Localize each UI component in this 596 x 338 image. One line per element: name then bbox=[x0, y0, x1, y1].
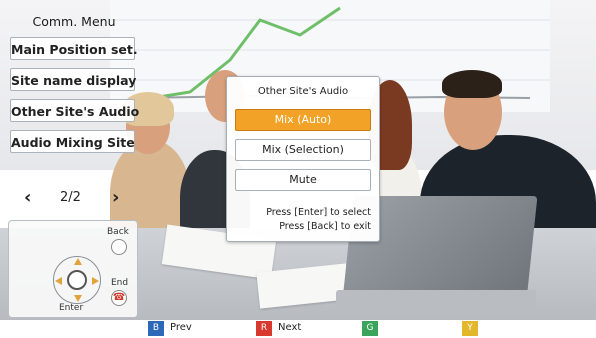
chevron-left-icon[interactable]: ‹ bbox=[24, 186, 31, 210]
hint-select: Press [Enter] to select bbox=[266, 207, 371, 218]
arrow-up-icon bbox=[74, 258, 82, 265]
next-label: Next bbox=[278, 322, 302, 333]
prev-label: Prev bbox=[170, 322, 192, 333]
end-label: End bbox=[111, 278, 129, 288]
remote-control-guide: Back Enter End ☎ bbox=[8, 220, 138, 318]
other-sites-audio-dialog: Other Site's Audio Mix (Auto) Mix (Selec… bbox=[226, 76, 380, 242]
laptop-keyboard bbox=[336, 290, 536, 312]
red-key-icon[interactable]: R bbox=[256, 321, 272, 336]
menu-item-main-position-set[interactable]: Main Position set. bbox=[10, 37, 138, 60]
green-key-icon[interactable]: G bbox=[362, 321, 378, 336]
yellow-key-icon[interactable]: Y bbox=[462, 321, 478, 336]
arrow-down-icon bbox=[74, 295, 82, 302]
color-key-bar: B Prev R Next G Y bbox=[0, 320, 596, 338]
enter-label: Enter bbox=[59, 303, 84, 313]
chevron-right-icon[interactable]: › bbox=[112, 186, 119, 210]
hint-exit: Press [Back] to exit bbox=[279, 221, 371, 232]
blue-key-icon[interactable]: B bbox=[148, 321, 164, 336]
enter-button-icon[interactable] bbox=[67, 270, 87, 290]
back-label: Back bbox=[107, 227, 129, 237]
option-mix-auto[interactable]: Mix (Auto) bbox=[235, 109, 371, 131]
person-right-man-hair bbox=[442, 70, 502, 98]
menu-title: Comm. Menu bbox=[32, 14, 116, 29]
page-indicator: 2/2 bbox=[60, 190, 81, 205]
end-call-icon[interactable]: ☎ bbox=[111, 290, 127, 306]
option-mute[interactable]: Mute bbox=[235, 169, 371, 191]
arrow-left-icon bbox=[55, 277, 62, 285]
back-button-icon[interactable] bbox=[111, 239, 127, 255]
menu-item-other-sites-audio[interactable]: Other Site's Audio bbox=[10, 99, 139, 122]
dialog-title: Other Site's Audio bbox=[257, 86, 349, 97]
menu-item-audio-mixing-site[interactable]: Audio Mixing Site bbox=[10, 130, 135, 153]
menu-pager: ‹ 2/2 › bbox=[12, 184, 136, 214]
dpad-icon[interactable] bbox=[53, 256, 101, 304]
arrow-right-icon bbox=[92, 277, 99, 285]
menu-item-site-name-display[interactable]: Site name display bbox=[10, 68, 136, 91]
option-mix-selection[interactable]: Mix (Selection) bbox=[235, 139, 371, 161]
